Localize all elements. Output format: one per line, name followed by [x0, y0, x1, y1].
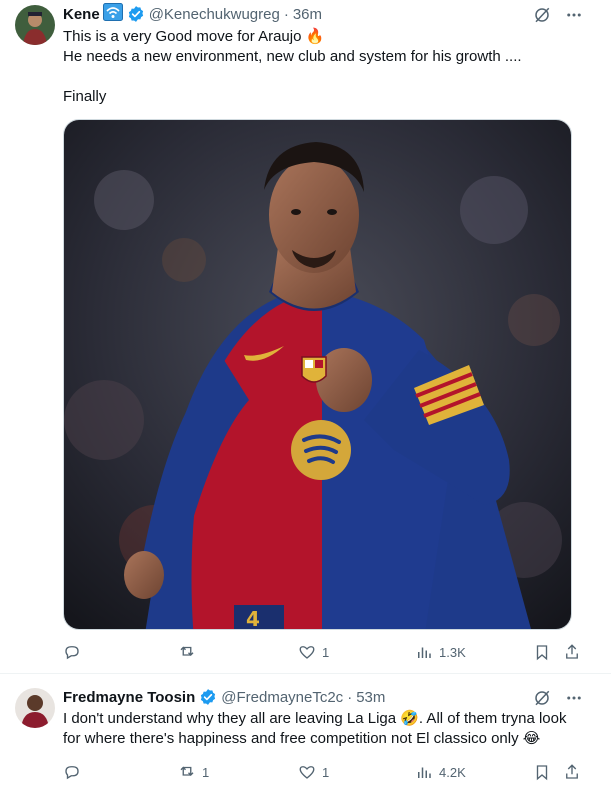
like-button[interactable]: 1	[298, 763, 329, 781]
share-button[interactable]	[563, 763, 581, 781]
tweet-1[interactable]: Kene @Kenechukwugreg · 36m This is a ver…	[0, 0, 611, 674]
grok-icon[interactable]	[533, 6, 551, 24]
grok-icon[interactable]	[533, 689, 551, 707]
views-chart-icon	[418, 767, 431, 778]
bookmark-button[interactable]	[533, 763, 551, 781]
tweet-text: This is a very Good move for Araujo 🔥 He…	[63, 27, 591, 107]
retweet-button[interactable]: 1	[178, 763, 209, 781]
more-options-icon[interactable]	[565, 689, 583, 707]
tweet-2[interactable]: Fredmayne Toosin @FredmayneTc2c · 53m I …	[0, 675, 611, 796]
share-icon	[566, 644, 578, 659]
view-count: 4.2K	[439, 764, 466, 780]
avatar[interactable]	[15, 5, 55, 45]
tweet-top-actions	[533, 689, 583, 707]
views-button[interactable]: 1.3K	[415, 643, 466, 661]
like-button[interactable]: 1	[298, 643, 329, 661]
reply-icon	[65, 766, 79, 780]
retweet-count: 1	[202, 764, 210, 780]
wifi-badge-icon	[102, 3, 123, 25]
separator-dot: ·	[347, 688, 353, 706]
avatar[interactable]	[15, 688, 55, 728]
tweet-header: Fredmayne Toosin @FredmayneTc2c · 53m	[63, 687, 385, 707]
tweet-actions: 1 1.3K	[63, 643, 583, 663]
more-options-icon[interactable]	[565, 6, 583, 24]
separator-dot: ·	[283, 5, 289, 23]
tweet-text: I don't understand why they all are leav…	[63, 709, 591, 749]
like-count: 1	[322, 764, 330, 780]
retweet-button[interactable]	[178, 643, 202, 661]
views-button[interactable]: 4.2K	[415, 763, 466, 781]
club-crest	[301, 356, 327, 383]
tweet-line: Finally	[63, 88, 107, 105]
tweet-header: Kene @Kenechukwugreg · 36m	[63, 3, 322, 25]
author-name[interactable]: Fredmayne Toosin	[63, 689, 195, 706]
reply-button[interactable]	[63, 763, 87, 781]
footballer-photo: 4	[64, 120, 571, 630]
share-icon	[566, 764, 578, 779]
reply-button[interactable]	[63, 643, 87, 661]
tweet-actions: 1 1 4.2K	[63, 763, 583, 783]
author-handle[interactable]: @FredmayneTc2c	[221, 689, 343, 706]
timestamp[interactable]: 36m	[293, 6, 322, 23]
heart-icon	[299, 646, 315, 659]
sponsor-logo	[291, 420, 351, 480]
author-name[interactable]: Kene	[63, 6, 100, 23]
tweet-line: I don't understand why they all are leav…	[63, 710, 567, 727]
svg-text:4: 4	[246, 607, 260, 630]
views-chart-icon	[418, 647, 431, 658]
reply-icon	[65, 646, 79, 660]
bookmark-icon	[536, 645, 548, 661]
timestamp[interactable]: 53m	[356, 689, 385, 706]
bookmark-icon	[536, 765, 548, 781]
like-count: 1	[322, 644, 330, 660]
tweet-top-actions	[533, 6, 583, 24]
view-count: 1.3K	[439, 644, 466, 660]
retweet-icon	[180, 646, 194, 656]
share-button[interactable]	[563, 643, 581, 661]
tweet-line: for where there's happiness and free com…	[63, 730, 541, 747]
verified-badge-icon	[201, 689, 216, 705]
bookmark-button[interactable]	[533, 643, 551, 661]
verified-badge-icon	[128, 6, 143, 22]
heart-icon	[299, 766, 315, 779]
tweet-line: He needs a new environment, new club and…	[63, 48, 522, 65]
tweet-photo[interactable]: 4	[63, 119, 572, 630]
author-handle[interactable]: @Kenechukwugreg	[149, 6, 280, 23]
tweet-line: This is a very Good move for Araujo 🔥	[63, 28, 325, 45]
retweet-icon	[180, 766, 194, 776]
